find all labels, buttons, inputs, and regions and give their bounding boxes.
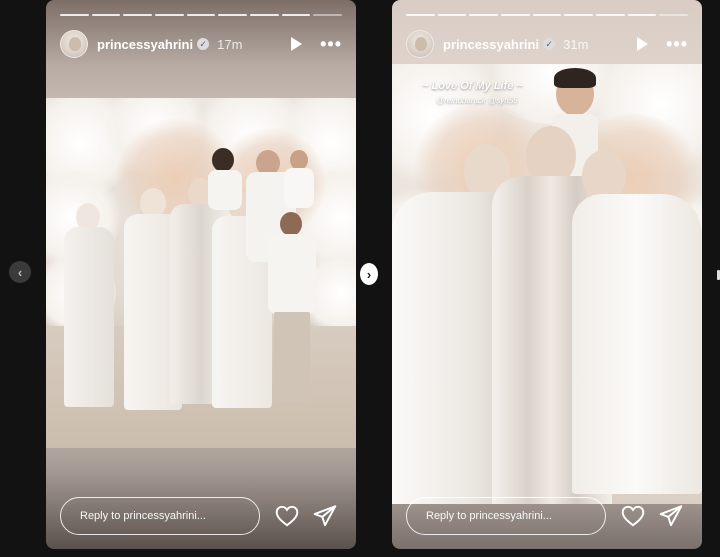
story-viewer: princessyahrini ✓ 17m ••• Reply to princ… bbox=[0, 0, 720, 557]
send-icon[interactable] bbox=[658, 503, 684, 529]
story-caption-mentions[interactable]: @reinobarack @syh55 bbox=[436, 96, 518, 105]
play-icon[interactable] bbox=[637, 37, 649, 51]
progress-segment bbox=[469, 14, 499, 16]
progress-segment bbox=[596, 14, 625, 16]
story-photo bbox=[392, 64, 702, 504]
story-timestamp: 31m bbox=[563, 36, 589, 52]
reply-bar: Reply to princessyahrini... bbox=[60, 497, 342, 535]
username[interactable]: princessyahrini bbox=[443, 37, 539, 52]
story-caption-title: ~ Love Of My Life ~ bbox=[422, 80, 523, 92]
chevron-left-icon[interactable]: ‹ bbox=[9, 261, 31, 283]
verified-badge-icon: ✓ bbox=[543, 38, 556, 50]
username[interactable]: princessyahrini bbox=[97, 37, 193, 52]
reply-input[interactable]: Reply to princessyahrini... bbox=[406, 497, 606, 535]
progress-segment bbox=[532, 14, 562, 16]
progress-segment bbox=[564, 14, 594, 16]
story-header: princessyahrini ✓ 31m ••• bbox=[406, 28, 688, 60]
progress-segment bbox=[123, 14, 153, 16]
progress-segment bbox=[627, 14, 657, 16]
heart-icon[interactable] bbox=[620, 503, 646, 529]
progress-segment bbox=[250, 14, 279, 16]
story-card-right[interactable]: princessyahrini ✓ 31m ••• ~ Love Of My L… bbox=[392, 0, 702, 549]
story-card-left[interactable]: princessyahrini ✓ 17m ••• Reply to princ… bbox=[46, 0, 356, 549]
progress-segment bbox=[281, 14, 311, 16]
more-options-icon[interactable]: ••• bbox=[320, 35, 342, 53]
story-progress-bar bbox=[60, 14, 343, 16]
story-photo bbox=[46, 98, 356, 448]
reply-input[interactable]: Reply to princessyahrini... bbox=[60, 497, 260, 535]
play-icon[interactable] bbox=[291, 37, 303, 51]
progress-segment bbox=[406, 14, 435, 16]
progress-segment bbox=[501, 14, 530, 16]
chevron-right-icon[interactable]: › bbox=[360, 263, 378, 285]
progress-segment bbox=[155, 14, 184, 16]
avatar[interactable] bbox=[60, 30, 88, 58]
verified-badge-icon: ✓ bbox=[197, 38, 210, 50]
avatar[interactable] bbox=[406, 30, 434, 58]
progress-segment bbox=[218, 14, 248, 16]
progress-segment bbox=[313, 14, 343, 16]
progress-segment bbox=[91, 14, 121, 16]
progress-segment bbox=[437, 14, 467, 16]
send-icon[interactable] bbox=[312, 503, 338, 529]
story-header: princessyahrini ✓ 17m ••• bbox=[60, 28, 342, 60]
progress-segment bbox=[186, 14, 216, 16]
story-timestamp: 17m bbox=[217, 36, 243, 52]
progress-segment bbox=[60, 14, 89, 16]
progress-segment bbox=[659, 14, 689, 16]
reply-bar: Reply to princessyahrini... bbox=[406, 497, 688, 535]
heart-icon[interactable] bbox=[274, 503, 300, 529]
more-options-icon[interactable]: ••• bbox=[666, 35, 688, 53]
story-progress-bar bbox=[406, 14, 689, 16]
